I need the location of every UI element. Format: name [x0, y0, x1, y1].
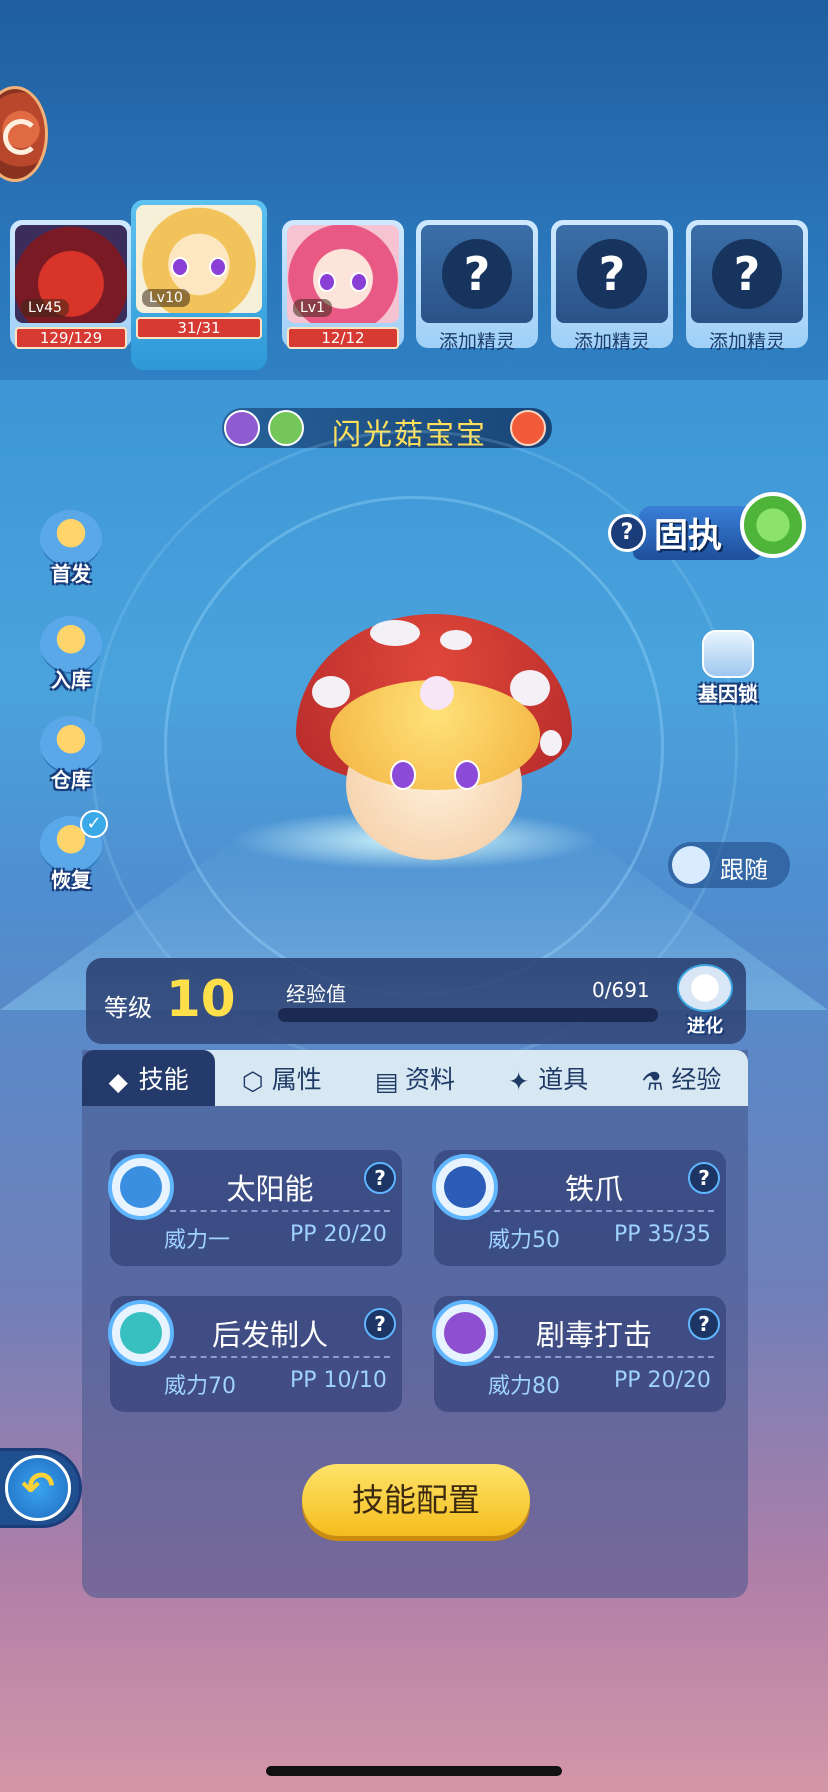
nature-badge[interactable]: ? 固执 — [606, 492, 806, 568]
tab-info[interactable]: ▤ 资料 — [348, 1050, 481, 1106]
skill-card[interactable]: 后发制人 ? 威力70 PP 10/10 — [108, 1296, 402, 1412]
tab-items[interactable]: ✦ 道具 — [482, 1050, 615, 1106]
flask-icon: ⚗ — [641, 1067, 664, 1096]
slot-hp: 12/12 — [287, 327, 399, 349]
team-slot-1[interactable]: Lv45 129/129 — [10, 220, 132, 349]
skill-power: 威力一 — [164, 1228, 231, 1253]
skill-name: 后发制人 — [211, 1318, 328, 1352]
skill-config-button[interactable]: 技能配置 — [302, 1464, 530, 1536]
skill-card[interactable]: 剧毒打击 ? 威力80 PP 20/20 — [432, 1296, 726, 1412]
evolve-button[interactable]: 进化 — [668, 964, 742, 1038]
skill-pp: PP 35/35 — [614, 1222, 711, 1247]
help-icon[interactable]: ? — [364, 1162, 396, 1194]
store-button[interactable]: 入库 — [36, 616, 106, 696]
heal-button[interactable]: ✓ 恢复 — [36, 810, 108, 896]
tab-attributes[interactable]: ⬡ 属性 — [215, 1050, 348, 1106]
pet-portrait-dragon: Lv45 — [15, 225, 127, 323]
skill-type-icon — [108, 1154, 174, 1220]
evolve-icon — [677, 964, 733, 1012]
skill-pp: PP 20/20 — [614, 1368, 711, 1393]
skill-card[interactable]: 太阳能 ? 威力一 PP 20/20 — [108, 1150, 402, 1266]
pet-eye — [390, 760, 416, 790]
star-icon: ✦ — [508, 1067, 530, 1096]
level-value: 10 — [166, 970, 236, 1028]
pet-model[interactable] — [290, 610, 580, 880]
exp-value: 0/691 — [592, 978, 650, 1002]
pet-eye — [454, 760, 480, 790]
slot-level: Lv10 — [142, 289, 190, 307]
team-slot-empty-2[interactable]: ? 添加精灵 — [551, 220, 673, 353]
poison-type-icon — [224, 410, 260, 446]
team-bar: Lv45 129/129 Lv10 31/31 Lv1 12/12 ? 添加精灵… — [10, 200, 818, 380]
skill-pp: PP 10/10 — [290, 1368, 387, 1393]
question-icon: ? — [442, 239, 512, 309]
help-icon[interactable]: ? — [688, 1162, 720, 1194]
skill-type-icon — [432, 1300, 498, 1366]
slot-level: Lv1 — [293, 299, 332, 317]
home-indicator[interactable] — [266, 1766, 562, 1776]
tab-skills[interactable]: ◆ 技能 — [82, 1050, 216, 1106]
add-pet-label: 添加精灵 — [438, 331, 515, 353]
refresh-icon[interactable] — [740, 492, 806, 558]
slot-level: Lv45 — [21, 299, 69, 317]
skill-name: 铁爪 — [564, 1172, 623, 1206]
add-pet-label: 添加精灵 — [708, 331, 785, 353]
shiny-badge-icon — [510, 410, 546, 446]
help-icon[interactable]: ? — [608, 514, 646, 552]
gene-lock-icon — [702, 630, 754, 678]
follow-toggle[interactable]: 跟随 — [668, 842, 790, 888]
team-slot-3[interactable]: Lv1 12/12 — [282, 220, 404, 349]
nature-label: 固执 — [654, 516, 722, 556]
skill-name: 剧毒打击 — [535, 1318, 652, 1352]
check-icon: ✓ — [80, 810, 108, 838]
panel-tabs: ◆ 技能 ⬡ 属性 ▤ 资料 ✦ 道具 ⚗ 经验 — [82, 1050, 748, 1106]
pet-portrait-shroom: Lv10 — [136, 205, 262, 313]
question-icon: ? — [712, 239, 782, 309]
hexagon-icon: ⬡ — [241, 1067, 264, 1096]
skill-card[interactable]: 铁爪 ? 威力50 PP 35/35 — [432, 1150, 726, 1266]
starter-button[interactable]: 首发 — [36, 510, 106, 590]
game-screen: Lv45 129/129 Lv10 31/31 Lv1 12/12 ? 添加精灵… — [0, 0, 828, 1792]
help-icon[interactable]: ? — [364, 1308, 396, 1340]
clipboard-icon: ▤ — [375, 1067, 399, 1096]
skill-power: 威力70 — [164, 1374, 236, 1399]
skill-type-icon — [108, 1300, 174, 1366]
skill-name: 太阳能 — [226, 1172, 314, 1206]
warehouse-button[interactable]: 仓库 — [36, 716, 106, 796]
slot-hp: 31/31 — [136, 317, 262, 339]
tab-experience[interactable]: ⚗ 经验 — [615, 1050, 748, 1106]
grass-type-icon — [268, 410, 304, 446]
add-pet-label: 添加精灵 — [573, 331, 650, 353]
team-slot-empty-1[interactable]: ? 添加精灵 — [416, 220, 538, 353]
toggle-knob — [672, 846, 710, 884]
gene-lock-button[interactable]: 基因锁 — [688, 630, 768, 707]
pet-portrait-girl: Lv1 — [287, 225, 399, 323]
team-slot-empty-3[interactable]: ? 添加精灵 — [686, 220, 808, 353]
back-arrow-icon: ↶ — [5, 1455, 71, 1521]
diamond-icon: ◆ — [108, 1067, 128, 1096]
level-bar: 等级 10 经验值 0/691 进化 — [86, 958, 746, 1044]
skill-pp: PP 20/20 — [290, 1222, 387, 1247]
team-slot-2-active[interactable]: Lv10 31/31 — [131, 200, 267, 370]
help-icon[interactable]: ? — [688, 1308, 720, 1340]
question-icon: ? — [577, 239, 647, 309]
skill-type-icon — [432, 1154, 498, 1220]
back-button[interactable]: ↶ — [0, 1448, 82, 1528]
skill-power: 威力50 — [488, 1228, 560, 1253]
skill-power: 威力80 — [488, 1374, 560, 1399]
exp-progress-bar — [278, 1008, 658, 1022]
slot-hp: 129/129 — [15, 327, 127, 349]
